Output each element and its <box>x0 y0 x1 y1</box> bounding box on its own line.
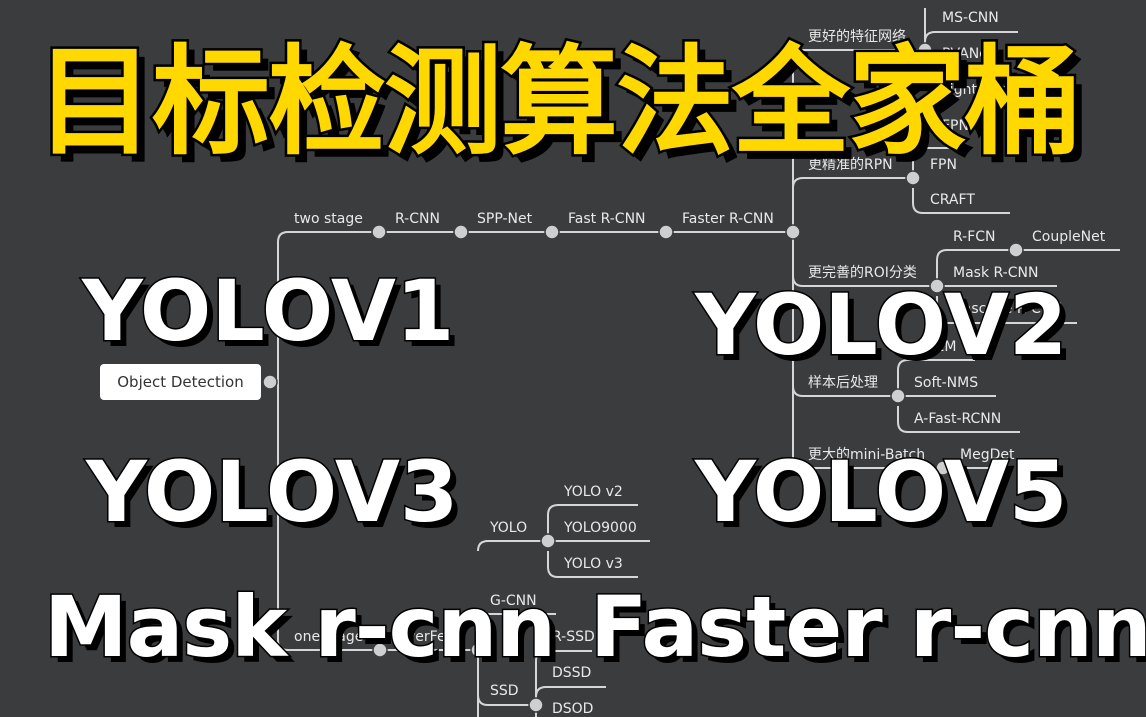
overlay-tag: YOLOV5 <box>693 442 1068 543</box>
collapse-toggle[interactable] <box>528 697 544 713</box>
collapse-toggle[interactable] <box>658 224 674 240</box>
collapse-toggle[interactable] <box>785 224 801 240</box>
node[interactable]: DSOD <box>552 701 593 717</box>
collapse-toggle[interactable] <box>890 388 906 404</box>
node[interactable]: YOLO v3 <box>564 556 623 572</box>
node[interactable]: R-CNN <box>395 211 440 227</box>
node[interactable]: CRAFT <box>930 192 975 208</box>
collapse-toggle[interactable] <box>371 224 387 240</box>
overlay-tag: YOLOV1 <box>80 261 455 362</box>
collapse-toggle[interactable] <box>905 170 921 186</box>
node[interactable]: Fast R-CNN <box>568 211 646 227</box>
overlay-tag: Faster r-cnn <box>589 577 1146 678</box>
node[interactable]: YOLO <box>490 520 527 536</box>
node-two-stage[interactable]: two stage <box>294 211 363 227</box>
node[interactable]: R-FCN <box>953 229 996 245</box>
node[interactable]: DSSD <box>552 665 591 681</box>
collapse-toggle[interactable] <box>544 224 560 240</box>
collapse-toggle[interactable] <box>262 374 278 390</box>
node[interactable]: MS-CNN <box>942 10 999 26</box>
node[interactable]: Soft-NMS <box>914 375 978 391</box>
collapse-toggle[interactable] <box>1008 242 1024 258</box>
node[interactable]: CoupleNet <box>1032 229 1105 245</box>
node[interactable]: SPP-Net <box>477 211 532 227</box>
node[interactable]: R-SSD <box>552 629 595 645</box>
collapse-toggle[interactable] <box>540 533 556 549</box>
overlay-tag: Mask r-cnn <box>42 577 557 678</box>
node[interactable]: SSD <box>490 683 519 699</box>
node[interactable]: 样本后处理 <box>808 375 878 391</box>
collapse-toggle[interactable] <box>453 224 469 240</box>
node[interactable]: YOLO9000 <box>564 520 637 536</box>
node[interactable]: Faster R-CNN <box>682 211 774 227</box>
overlay-tag: YOLOV2 <box>693 275 1068 376</box>
node[interactable]: YOLO v2 <box>564 484 623 500</box>
overlay-tag: YOLOV3 <box>84 442 459 543</box>
node[interactable]: A-Fast-RCNN <box>914 411 1001 427</box>
root-node[interactable]: Object Detection <box>100 364 261 400</box>
thumbnail-title: 目标检测算法全家桶 <box>33 31 1084 174</box>
